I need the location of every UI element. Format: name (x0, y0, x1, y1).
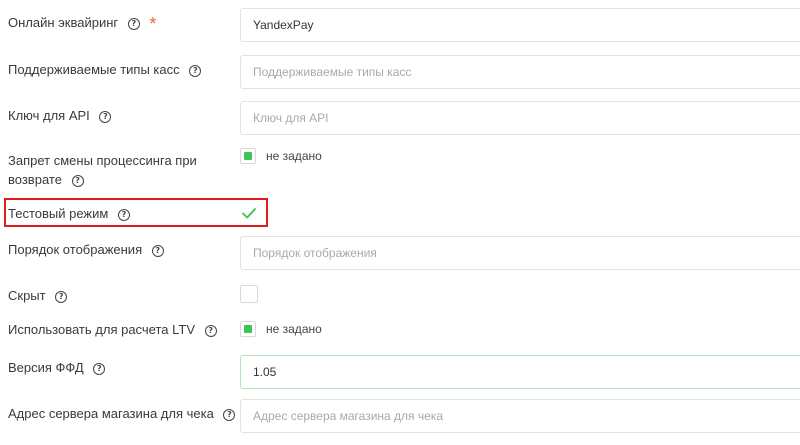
indeterminate-mark (244, 152, 252, 160)
help-icon[interactable]: ? (189, 65, 202, 77)
processing-ban-label-line2: возврате (8, 172, 62, 187)
server-address-input[interactable]: Адрес сервера магазина для чека (240, 399, 800, 433)
display-order-label: Порядок отображения (8, 242, 143, 257)
hidden-checkbox[interactable] (240, 285, 258, 303)
help-icon[interactable]: ? (93, 363, 106, 375)
help-icon[interactable]: ? (99, 111, 112, 123)
ffd-version-input[interactable]: 1.05 (240, 355, 800, 389)
api-key-input[interactable]: Ключ для API (240, 101, 800, 135)
cash-types-input[interactable]: Поддерживаемые типы касс (240, 55, 800, 89)
ffd-version-label: Версия ФФД (8, 360, 84, 375)
help-icon[interactable]: ? (127, 18, 140, 30)
hidden-label: Скрыт (8, 288, 46, 303)
test-mode-label: Тестовый режим (8, 206, 109, 221)
ltv-status: не задано (266, 322, 322, 336)
processing-ban-label-line1: Запрет смены процессинга при (8, 153, 197, 168)
acquiring-input[interactable]: YandexPay (240, 8, 800, 42)
display-order-input[interactable]: Порядок отображения (240, 236, 800, 270)
indeterminate-mark (244, 325, 252, 333)
required-marker: * (149, 14, 157, 34)
ltv-label: Использовать для расчета LTV (8, 322, 196, 337)
test-mode-checkbox[interactable] (240, 204, 258, 222)
ltv-checkbox[interactable] (240, 321, 256, 337)
api-key-label: Ключ для API (8, 108, 90, 123)
help-icon[interactable]: ? (55, 291, 68, 303)
help-icon[interactable]: ? (117, 209, 130, 221)
server-address-label: Адрес сервера магазина для чека (8, 406, 214, 421)
help-icon[interactable]: ? (204, 325, 217, 337)
check-icon (242, 208, 256, 219)
help-icon[interactable]: ? (71, 175, 84, 187)
help-icon[interactable]: ? (223, 409, 236, 421)
acquiring-label: Онлайн эквайринг (8, 15, 119, 30)
processing-ban-status: не задано (266, 149, 322, 163)
processing-ban-checkbox[interactable] (240, 148, 256, 164)
cash-types-label: Поддерживаемые типы касс (8, 62, 180, 77)
help-icon[interactable]: ? (151, 245, 164, 257)
